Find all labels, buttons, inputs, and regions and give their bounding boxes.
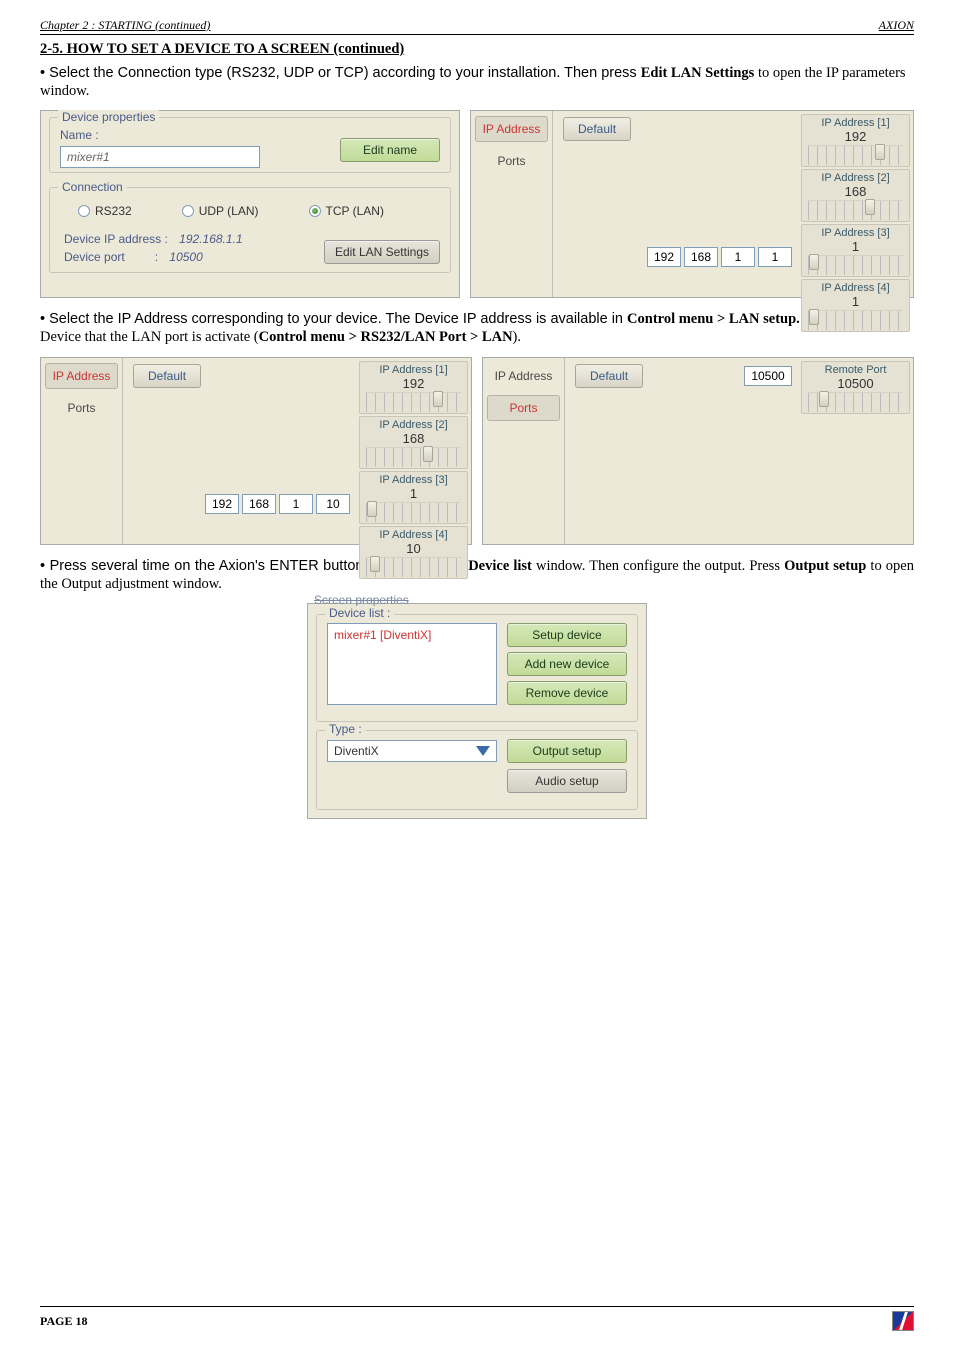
radio-udp-label: UDP (LAN) — [199, 204, 259, 218]
ip-octet-3[interactable] — [721, 247, 755, 267]
paragraph-1: • Select the Connection type (RS232, UDP… — [40, 64, 914, 100]
tab-ip-address[interactable]: IP Address — [487, 363, 560, 389]
screen-properties-label: Screen properties — [314, 593, 409, 607]
ip1-val: 192 — [806, 129, 905, 144]
default-button[interactable]: Default — [575, 364, 643, 388]
device-properties-panel: Device properties Name : mixer#1 Edit na… — [40, 110, 460, 298]
p2-a: • Select the IP Address corresponding to… — [40, 311, 627, 327]
slider-thumb[interactable] — [809, 254, 819, 270]
dev-ip-value: 192.168.1.1 — [179, 232, 242, 246]
port-input[interactable] — [744, 366, 792, 386]
devprops-legend: Device properties — [58, 110, 159, 124]
ip-octet-2[interactable] — [242, 494, 276, 514]
add-new-device-button[interactable]: Add new device — [507, 652, 627, 676]
p1-text-a: • Select the Connection type (RS232, UDP… — [40, 65, 641, 81]
ip-octet-1[interactable] — [205, 494, 239, 514]
remove-device-button[interactable]: Remove device — [507, 681, 627, 705]
name-input[interactable]: mixer#1 — [60, 146, 260, 168]
radio-tcp-label: TCP (LAN) — [326, 204, 384, 218]
device-list-item[interactable]: mixer#1 [DiventiX] — [334, 628, 490, 642]
ip-octet-2[interactable] — [684, 247, 718, 267]
radio-tcp[interactable]: TCP (LAN) — [309, 204, 384, 218]
header-right: AXION — [879, 18, 914, 33]
ip-octet-3[interactable] — [279, 494, 313, 514]
ip1-lbl: IP Address [1] — [806, 117, 905, 129]
ip1-val: 192 — [364, 376, 463, 391]
p2-b: Control menu > LAN setup. — [627, 311, 800, 327]
slider-thumb[interactable] — [809, 309, 819, 325]
page-number: PAGE 18 — [40, 1314, 87, 1329]
ip-address-panel-2: IP Address Ports Default IP Address [1]1… — [40, 357, 472, 545]
slider-thumb[interactable] — [819, 391, 829, 407]
name-label: Name : — [60, 128, 260, 142]
default-button[interactable]: Default — [133, 364, 201, 388]
tab-ip-address[interactable]: IP Address — [475, 116, 548, 142]
device-list[interactable]: mixer#1 [DiventiX] — [327, 623, 497, 705]
section-title: 2-5. HOW TO SET A DEVICE TO A SCREEN (co… — [40, 41, 914, 58]
ip4-val: 1 — [806, 294, 905, 309]
slider-thumb[interactable] — [865, 199, 875, 215]
connection-legend: Connection — [58, 180, 127, 194]
p2-d: Control menu > RS232/LAN Port > LAN — [259, 329, 513, 345]
setup-device-button[interactable]: Setup device — [507, 623, 627, 647]
radio-rs232[interactable]: RS232 — [78, 204, 132, 218]
ip3-lbl: IP Address [3] — [364, 474, 463, 486]
ip4-lbl: IP Address [4] — [806, 282, 905, 294]
slider-thumb[interactable] — [423, 446, 433, 462]
paragraph-2: • Select the IP Address corresponding to… — [40, 310, 914, 346]
ip-octet-4[interactable] — [316, 494, 350, 514]
remote-port-val: 10500 — [806, 376, 905, 391]
ports-panel: IP Address Ports Default Remote Port1050… — [482, 357, 914, 545]
ip-address-panel-1: IP Address Ports Default IP Address [1]1… — [470, 110, 914, 298]
tab-ports[interactable]: Ports — [487, 395, 560, 421]
ip2-val: 168 — [806, 184, 905, 199]
ip3-val: 1 — [364, 486, 463, 501]
p2-e: ). — [513, 329, 521, 345]
device-list-panel: Screen properties Device list : mixer#1 … — [307, 603, 647, 819]
dev-ip-label: Device IP address : — [64, 232, 168, 246]
paragraph-3: • Press several time on the Axion's ENTE… — [40, 557, 914, 593]
output-setup-button[interactable]: Output setup — [507, 739, 627, 763]
radio-rs232-label: RS232 — [95, 204, 132, 218]
tab-ip-address[interactable]: IP Address — [45, 363, 118, 389]
audio-setup-button[interactable]: Audio setup — [507, 769, 627, 793]
dev-port-value: 10500 — [169, 250, 202, 264]
type-value: DiventiX — [334, 744, 379, 758]
page-header: Chapter 2 : STARTING (continued) AXION — [40, 18, 914, 35]
ip1-lbl: IP Address [1] — [364, 364, 463, 376]
ip4-lbl: IP Address [4] — [364, 529, 463, 541]
slider-thumb[interactable] — [433, 391, 443, 407]
ip3-lbl: IP Address [3] — [806, 227, 905, 239]
chevron-down-icon — [476, 746, 490, 756]
edit-lan-settings-button[interactable]: Edit LAN Settings — [324, 240, 440, 264]
slider-thumb[interactable] — [875, 144, 885, 160]
ip3-val: 1 — [806, 239, 905, 254]
ip-octet-4[interactable] — [758, 247, 792, 267]
p3-c: window. Then configure the output. Press — [532, 558, 784, 574]
p1-bold: Edit LAN Settings — [641, 65, 755, 81]
brand-logo-icon — [892, 1311, 914, 1331]
ip2-val: 168 — [364, 431, 463, 446]
header-left: Chapter 2 : STARTING (continued) — [40, 18, 210, 33]
radio-udp[interactable]: UDP (LAN) — [182, 204, 259, 218]
tab-ports[interactable]: Ports — [45, 395, 118, 421]
p3-b: Device list — [468, 558, 532, 574]
slider-thumb[interactable] — [367, 501, 377, 517]
dev-port-label: Device port — [64, 250, 125, 264]
type-legend: Type : — [325, 722, 366, 736]
p3-d: Output setup — [784, 558, 866, 574]
ip2-lbl: IP Address [2] — [364, 419, 463, 431]
ip4-val: 10 — [364, 541, 463, 556]
device-list-legend: Device list : — [325, 606, 394, 620]
edit-name-button[interactable]: Edit name — [340, 138, 440, 162]
remote-port-lbl: Remote Port — [806, 364, 905, 376]
default-button[interactable]: Default — [563, 117, 631, 141]
tab-ports[interactable]: Ports — [475, 148, 548, 174]
slider-thumb[interactable] — [370, 556, 380, 572]
ip2-lbl: IP Address [2] — [806, 172, 905, 184]
page-footer: PAGE 18 — [40, 1306, 914, 1331]
ip-octet-1[interactable] — [647, 247, 681, 267]
type-dropdown[interactable]: DiventiX — [327, 740, 497, 762]
